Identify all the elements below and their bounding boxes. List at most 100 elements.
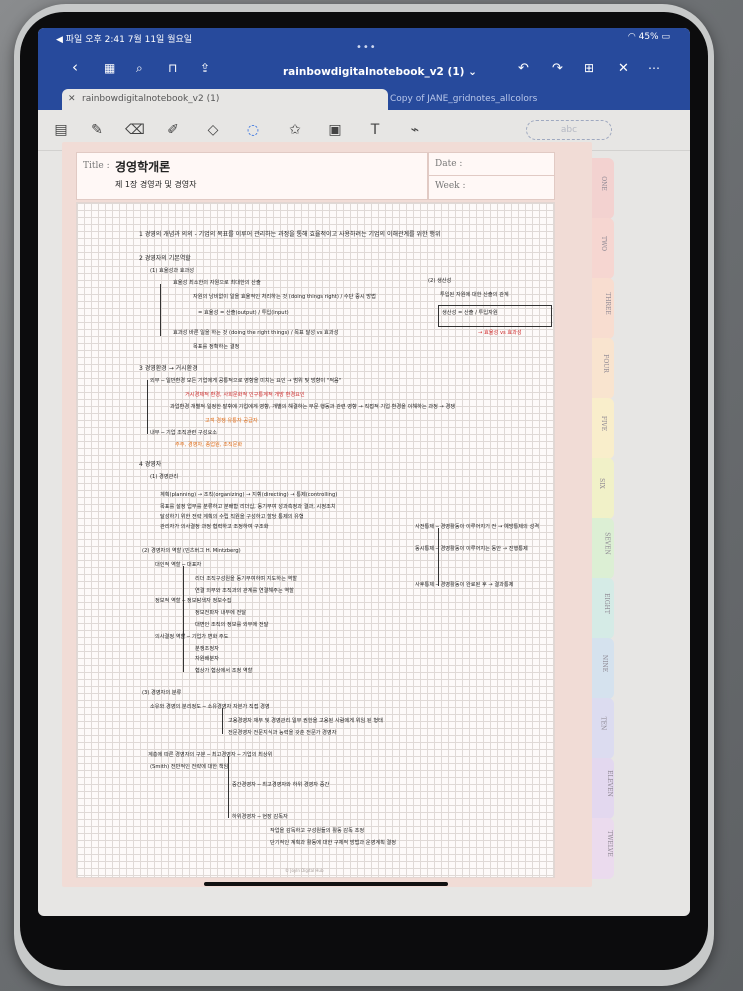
note-line: 목표를 정확하는 결정 (193, 344, 240, 350)
note-line: 주주, 경영자, 종업원, 조직문화 (175, 442, 243, 448)
note-line: 계획(planning) → 조직(organizing) → 지휘(direc… (160, 492, 338, 498)
note-line: 고용경영자 재무 및 경영관리 일부 권한을 고용된 사람에게 위임 된 형태 (228, 718, 383, 724)
note-line: 자원배분자 (195, 656, 219, 662)
bracket-line (438, 528, 439, 586)
section-tab-four[interactable]: FOUR (592, 338, 614, 399)
pen-icon[interactable]: ✎ (86, 120, 108, 140)
note-line: 정보적 역할 ─ 정보탐색자 정보수집 (155, 598, 232, 604)
note-line: 효율성 최소한의 자원으로 최대한의 산출 (173, 280, 261, 286)
bracket-line (183, 566, 184, 672)
note-line: 투입된 자원에 대한 산출의 관계 (440, 292, 509, 298)
close-icon[interactable]: ✕ (618, 61, 629, 76)
note-line: 연결 외부와 조직과의 관계를 연결해주는 역할 (195, 588, 294, 594)
redo-icon[interactable]: ↷ (552, 61, 563, 76)
note-line: (1) 효율성과 효과성 (150, 268, 195, 274)
section-tab-eight[interactable]: EIGHT (592, 578, 614, 639)
note-line: 사전통제 ─ 경영활동이 이루어지기 전 → 예방통제의 성격 (415, 524, 540, 530)
multitask-dots-icon[interactable]: ••• (356, 42, 377, 53)
status-time: 오후 2:41 (85, 35, 125, 45)
section-tab-seven[interactable]: SEVEN (592, 518, 614, 579)
note-line: (3) 경영자의 분류 (142, 690, 182, 696)
note-line: 하위경영자 ─ 현장 감독자 (232, 814, 288, 820)
note-line: (1) 경영관리 (150, 474, 179, 480)
bracket-line (222, 708, 223, 734)
note-line: 동시통제 ─ 경영활동이 이루어지는 동안 → 진행통제 (415, 546, 528, 552)
search-icon[interactable]: ⌕ (136, 61, 143, 76)
note-line: 고객 경쟁 유통자 공급자 (205, 418, 258, 424)
section-tab-nine[interactable]: NINE (592, 638, 614, 699)
battery-icon: ▭ (661, 32, 670, 42)
note-line: (2) 생산성 (428, 278, 452, 284)
formula-box (438, 305, 552, 327)
text-icon[interactable]: T (364, 120, 386, 140)
note-line: 1 경영의 개념과 의의 - 기업의 목표를 이루어 관리하는 과정을 통해 효… (139, 231, 441, 238)
bookmark-icon[interactable]: ⊓ (168, 61, 177, 75)
sticker-icon[interactable]: ✩ (284, 120, 306, 140)
section-tab-eleven[interactable]: ELEVEN (592, 758, 614, 819)
eraser-icon[interactable]: ⌫ (124, 120, 146, 140)
section-tab-six[interactable]: SIX (592, 458, 614, 519)
section-tab-twelve[interactable]: TWELVE (592, 818, 614, 879)
tab-jane-gridnotes[interactable]: Copy of JANE_gridnotes_allcolors (370, 89, 690, 110)
note-line: 효과성 바른 일을 하는 것 (doing the right things) … (173, 330, 339, 336)
sidebar-toggle-icon[interactable]: ▤ (50, 120, 72, 140)
note-line: 의사결정 역할 ─ 기업가 변화 주도 (155, 634, 229, 640)
page-subtitle: 제 1장 경영과 및 경영자 (115, 180, 197, 189)
note-line: 2 경영자의 기본역할 (139, 255, 191, 262)
share-icon[interactable]: ⇪ (200, 61, 210, 75)
note-line: = 효율성 = 산출(output) / 투입(input) (198, 310, 289, 316)
document-tabs: ✕ rainbowdigitalnotebook_v2 (1) Copy of … (38, 86, 690, 110)
section-tab-ten[interactable]: TEN (592, 698, 614, 759)
lasso-icon[interactable]: ◌ (242, 120, 264, 140)
section-tab-five[interactable]: FIVE (592, 398, 614, 459)
note-line: 대변인 조직의 정보를 외부에 전달 (195, 622, 269, 628)
note-line: 자원의 낭비없이 일을 효율적인 처리하는 것 (doing things ri… (193, 294, 376, 300)
section-tab-three[interactable]: THREE (592, 278, 614, 339)
back-to-app[interactable]: ◀ 파일 (56, 35, 82, 45)
tab-rainbow-notebook[interactable]: ✕ rainbowdigitalnotebook_v2 (1) (62, 89, 388, 110)
shapes-icon[interactable]: ◇ (202, 120, 224, 140)
note-line: 관리자가 의사결정 과정 협력하고 조정하여 구조화 (160, 524, 269, 530)
more-icon[interactable]: ⋯ (648, 61, 660, 75)
grid-notes-area[interactable] (76, 202, 555, 878)
laser-pointer-icon[interactable]: ⌁ (404, 120, 426, 140)
note-line: 소유와 경영의 분리정도 ─ 소유경영자 자본가 직접 경영 (150, 704, 270, 710)
note-line: 거시경제적 환경, 사회문화적 인구통계적 개방 환경요인 (185, 392, 305, 398)
note-line: 외부 ─ 일반환경 모든 기업에게 공통적으로 영향을 미치는 요인 → 범위 … (150, 378, 342, 384)
note-line: 작업을 감독하고 구성원들의 활동 감독 조정 (270, 828, 365, 834)
back-icon[interactable]: ‹ (72, 58, 78, 76)
close-tab-icon[interactable]: ✕ (68, 89, 76, 110)
highlighter-icon[interactable]: ✐ (162, 120, 184, 140)
bracket-line (160, 284, 161, 336)
note-line: 대인적 역할 ─ 대표자 (155, 562, 202, 568)
note-line: 목표를 설정 업무를 분류하고 분배함 리더십, 동기부여 성과측정과 결과, … (160, 504, 336, 510)
image-icon[interactable]: ▣ (324, 120, 346, 140)
undo-icon[interactable]: ↶ (518, 61, 529, 76)
bracket-line (228, 756, 229, 818)
note-line: 3 경영환경 → 거시환경 (139, 365, 198, 372)
lasso-text-hint: abc (526, 120, 612, 140)
section-tab-two[interactable]: TWO (592, 218, 614, 279)
chevron-down-icon: ⌄ (468, 66, 477, 78)
section-tab-one[interactable]: ONE (592, 158, 614, 219)
wifi-icon: ◠ (627, 32, 636, 42)
grid-view-icon[interactable]: ▦ (104, 61, 115, 75)
home-indicator[interactable] (204, 882, 448, 886)
bracket-line (147, 380, 148, 434)
note-line: 달성하기 위한 전략 계획의 수립 직원을 구성하고 할당 통제의 유형 (160, 514, 304, 520)
title-label: Title : (83, 161, 110, 171)
add-page-icon[interactable]: ⊞ (584, 61, 594, 75)
date-label: Date : (435, 159, 463, 169)
note-line: 단기적인 계획과 활동에 대한 구체적 방법과 운영계획 결정 (270, 840, 397, 846)
battery-percent: 45% (638, 32, 659, 42)
note-line: 협상가 협상에서 조정 역할 (195, 668, 253, 674)
note-line: 내부 ─ 기업 조직관련 구성요소 (150, 430, 217, 436)
page-footer: © Joyln Digital Hub (285, 868, 324, 873)
page-title-box[interactable]: Title : 경영학개론 제 1장 경영과 및 경영자 (76, 152, 428, 200)
note-line: → 효율성 vs 효과성 (478, 330, 522, 336)
note-line: 4 경영자 (139, 461, 162, 468)
note-line: 과업환경 개별적 일정한 발휘에 기업에게 영향, 개별의 해결하는 부문 행동… (170, 404, 456, 410)
document-title[interactable]: rainbowdigitalnotebook_v2 (1) ⌄ (283, 66, 477, 78)
note-line: (2) 경영자의 역할 (민츠버그 H. Mintzberg) (142, 548, 241, 554)
date-week-box[interactable]: Date : Week : (428, 152, 555, 200)
